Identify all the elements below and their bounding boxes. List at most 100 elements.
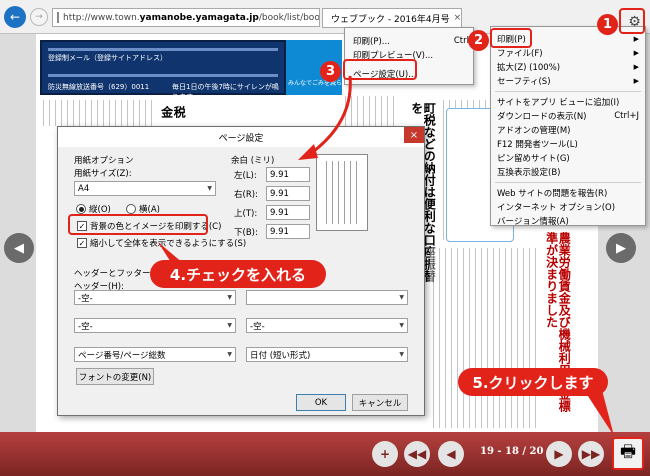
chevron-right-icon: ▶ <box>633 77 639 85</box>
chevron-right-icon: ▶ <box>633 63 639 71</box>
header-right-select[interactable]: ▼ <box>246 290 408 305</box>
url-host: yamanobe.yamagata.jp <box>139 12 259 23</box>
menu-item-shortcut: Ctrl+J <box>614 111 639 121</box>
print-background-highlight <box>68 214 208 235</box>
margin-right-input[interactable]: 9.91 <box>266 186 310 201</box>
menu-item-add-app-view[interactable]: サイトをアプリ ビューに追加(I) <box>497 95 639 109</box>
chevron-down-icon: ▼ <box>207 185 212 192</box>
margin-right-label: 右(R): <box>234 190 258 200</box>
chevron-down-icon: ▼ <box>399 294 404 301</box>
chevron-down-icon: ▼ <box>399 322 404 329</box>
footer-left-select[interactable]: -空- ▼ <box>74 318 236 333</box>
menu-item-label: F12 開発者ツール(L) <box>497 140 578 150</box>
arrow-to-margins <box>298 75 352 160</box>
select-value: 日付 (短い形式) <box>250 350 311 361</box>
menu-item-compat-view[interactable]: 互換表示設定(B) <box>497 165 639 179</box>
menu-item-label: 互換表示設定(B) <box>497 168 561 178</box>
menu-item-label: 印刷(P)... <box>353 37 390 47</box>
menu-item-pinned-sites[interactable]: ピン留めサイト(G) <box>497 151 639 165</box>
cancel-button[interactable]: キャンセル <box>352 394 408 411</box>
select-value: -空- <box>78 321 93 332</box>
menu-item-label: ダウンロードの表示(N) <box>497 112 587 122</box>
menu-item-about[interactable]: バージョン情報(A) <box>497 214 639 228</box>
browser-tab[interactable]: ウェブブック - 2016年4月号 × <box>322 8 462 28</box>
paper-size-select[interactable]: A4 ▼ <box>74 181 216 196</box>
menu-item-addons[interactable]: アドオンの管理(M) <box>497 123 639 137</box>
prev-page-arrow-icon[interactable]: ◀ <box>4 233 34 263</box>
menu-item-label: ファイル(F) <box>497 49 543 59</box>
gear-highlight <box>619 8 645 34</box>
last-page-icon[interactable]: ▶▶ <box>578 441 604 467</box>
margin-top-label: 上(T): <box>234 209 258 219</box>
header-text-2: 防災無線放送番号（629）0011 <box>48 83 150 91</box>
menu-separator <box>495 182 641 183</box>
header-text-3: 毎日1日の午後7時にサイレンが鳴ります <box>172 83 279 101</box>
paper-size-label: 用紙サイズ(Z): <box>74 169 132 179</box>
forward-arrow-icon[interactable]: → <box>30 8 48 26</box>
document-header-band: 登録制メール（登録サイトアドレス） 防災無線放送番号（629）0011 毎日1日… <box>40 40 286 101</box>
footer-page-number-select[interactable]: ページ番号/ページ総数 ▼ <box>74 347 236 362</box>
print-menu-highlight <box>490 28 532 48</box>
prev-page-icon[interactable]: ◀ <box>438 441 464 467</box>
close-icon[interactable]: × <box>404 127 424 143</box>
menu-item-downloads[interactable]: ダウンロードの表示(N) Ctrl+J <box>497 109 639 123</box>
change-font-button[interactable]: フォントの変更(N) <box>76 368 154 385</box>
menu-item-file[interactable]: ファイル(F) ▶ <box>497 46 639 60</box>
ok-button[interactable]: OK <box>296 394 346 411</box>
margin-left-label: 左(L): <box>234 171 257 181</box>
menu-item-internet-options[interactable]: インターネット オプション(O) <box>497 200 639 214</box>
tab-title: ウェブブック - 2016年4月号 <box>331 14 450 25</box>
back-arrow-icon[interactable]: ← <box>4 6 26 28</box>
checkbox-checked-icon: ✓ <box>77 238 87 248</box>
next-page-icon[interactable]: ▶ <box>546 441 572 467</box>
header-text-1: 登録制メール（登録サイトアドレス） <box>48 54 167 62</box>
menu-separator <box>495 91 641 92</box>
menu-item-zoom[interactable]: 拡大(Z) (100%) ▶ <box>497 60 639 74</box>
header-left-select[interactable]: -空- ▼ <box>74 290 236 305</box>
step-4-callout: 4.チェックを入れる <box>150 260 326 288</box>
menu-item-label: インターネット オプション(O) <box>497 203 616 213</box>
menu-item-report-problem[interactable]: Web サイトの問題を報告(R) <box>497 186 639 200</box>
document-side-title: 税金 <box>159 106 187 118</box>
menu-item-dev-tools[interactable]: F12 開発者ツール(L) <box>497 137 639 151</box>
paper-options-label: 用紙オプション <box>74 156 134 166</box>
chevron-down-icon: ▼ <box>399 351 404 358</box>
menu-item-safety[interactable]: セーフティ(S) ▶ <box>497 74 639 88</box>
radio-icon <box>126 204 136 214</box>
menu-item-label: 拡大(Z) (100%) <box>497 63 561 73</box>
chevron-right-icon: ▶ <box>633 49 639 57</box>
page-icon <box>57 12 59 23</box>
margin-top-input[interactable]: 9.91 <box>266 205 310 220</box>
radio-icon <box>76 204 86 214</box>
footer-date-select[interactable]: 日付 (短い形式) ▼ <box>246 347 408 362</box>
menu-item-shortcut: Ctrl <box>453 36 469 46</box>
select-value: -空- <box>250 321 265 332</box>
tools-menu: 印刷(P) ▶ ファイル(F) ▶ 拡大(Z) (100%) ▶ セーフティ(S) ▶ … <box>490 26 646 228</box>
menu-item-label: サイトをアプリ ビューに追加(I) <box>497 98 620 108</box>
margin-bottom-input[interactable]: 9.91 <box>266 224 310 239</box>
page-indicator: 19 - 18 / 20 <box>480 446 544 457</box>
first-page-icon[interactable]: ◀◀ <box>404 441 430 467</box>
step-1-badge: 1 <box>597 14 618 35</box>
menu-item-print[interactable]: 印刷(P)... Ctrl <box>353 34 469 48</box>
url-suffix: /book/list/book19. <box>258 12 320 23</box>
url-prefix: http://www.town. <box>63 12 140 23</box>
address-bar[interactable]: http://www.town.yamanobe.yamagata.jp/boo… <box>52 8 320 27</box>
step-2-badge: 2 <box>468 30 489 51</box>
menu-item-label: Web サイトの問題を報告(R) <box>497 189 608 199</box>
document-text-block <box>40 100 155 126</box>
next-page-arrow-icon[interactable]: ▶ <box>606 233 636 263</box>
menu-item-label: セーフティ(S) <box>497 77 551 87</box>
chevron-down-icon: ▼ <box>227 351 232 358</box>
tab-close-icon[interactable]: × <box>454 13 462 23</box>
step-5-callout: 5.クリックします <box>458 368 608 396</box>
chevron-down-icon: ▼ <box>227 294 232 301</box>
footer-right-select[interactable]: -空- ▼ <box>246 318 408 333</box>
add-icon[interactable]: + <box>372 441 398 467</box>
select-value: ページ番号/ページ総数 <box>78 350 166 361</box>
margins-label: 余白 (ミリ) <box>231 156 275 166</box>
menu-item-label: ピン留めサイト(G) <box>497 154 570 164</box>
chevron-down-icon: ▼ <box>227 322 232 329</box>
margin-left-input[interactable]: 9.91 <box>266 167 310 182</box>
margin-bottom-label: 下(B): <box>234 228 258 238</box>
